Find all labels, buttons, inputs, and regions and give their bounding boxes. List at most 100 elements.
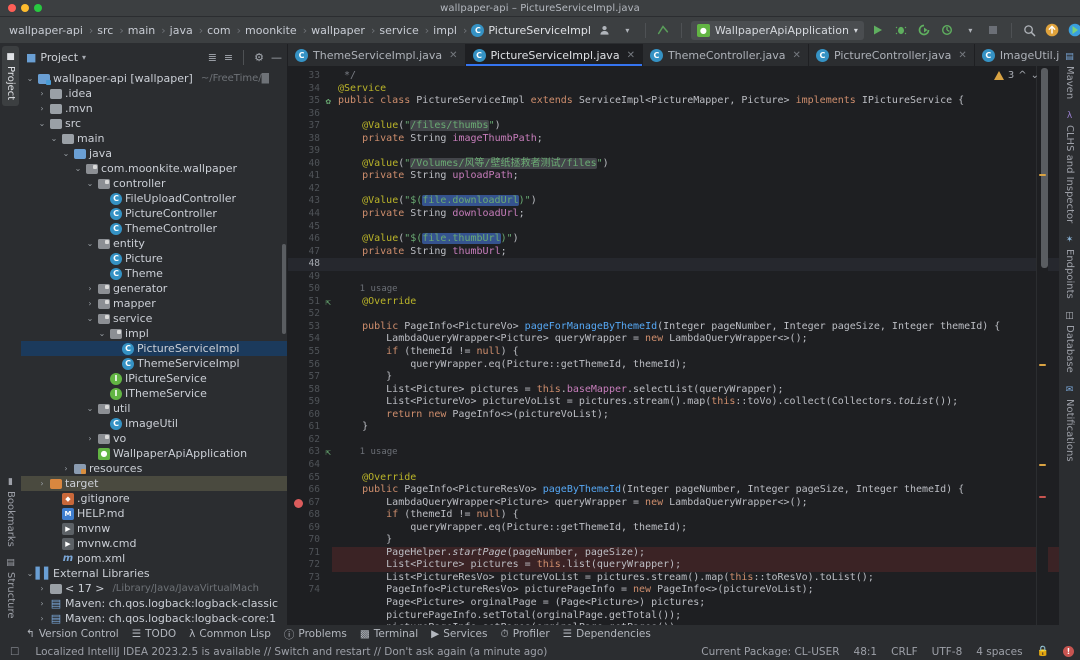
sidebar-item-project[interactable]: ■ Project: [2, 46, 19, 107]
project-panel-title-group[interactable]: ■ Project ▾: [26, 51, 86, 64]
tree-node[interactable]: ⌄ service: [21, 311, 287, 326]
gutter-line-number[interactable]: 68: [288, 509, 332, 522]
chevron-right-icon[interactable]: ›: [37, 614, 47, 623]
editor-tab-bar[interactable]: C ThemeServiceImpl.java ✕ C PictureServiceIm…: [288, 44, 1059, 66]
editor-code[interactable]: */@Service public class PictureServiceImp…: [332, 66, 1059, 625]
chevron-right-icon[interactable]: ›: [85, 299, 95, 308]
code-line[interactable]: List<PictureResVo> pictureVoList = pictu…: [332, 572, 1059, 585]
hide-icon[interactable]: —: [271, 51, 282, 64]
breadcrumb[interactable]: wallpaper-api › src › main › java › com …: [6, 23, 596, 38]
code-line[interactable]: [332, 308, 1059, 321]
gutter-line-number[interactable]: 58: [288, 384, 332, 397]
gutter-line-number[interactable]: 43: [288, 195, 332, 208]
tree-node[interactable]: ⌄ util: [21, 401, 287, 416]
bottom-tool-profiler[interactable]: ⏱ Profiler: [500, 628, 549, 641]
collapse-all-icon[interactable]: ≣: [208, 51, 217, 64]
profiler-icon[interactable]: [939, 22, 956, 39]
project-tree[interactable]: ⌄ wallpaper-api [wallpaper] ~/FreeTime/█ ›.…: [21, 70, 287, 625]
gutter-line-number[interactable]: 45: [288, 221, 332, 234]
inspection-marker-warning[interactable]: [1039, 174, 1046, 176]
breadcrumb-item-4[interactable]: com: [204, 23, 236, 38]
editor-tab[interactable]: C ThemeServiceImpl.java ✕: [288, 44, 466, 66]
chevron-right-icon[interactable]: ›: [37, 584, 47, 593]
chevron-down-icon[interactable]: ⌄: [37, 119, 47, 128]
gutter-line-number[interactable]: 47: [288, 246, 332, 259]
editor-tab[interactable]: C PictureServiceImpl.java ✕: [465, 44, 643, 66]
chevron-right-icon[interactable]: ›: [85, 284, 95, 293]
code-line[interactable]: 1 usage: [332, 446, 1059, 459]
stop-icon[interactable]: [985, 22, 1002, 39]
bottom-tool-version-control[interactable]: ↰ Version Control: [26, 628, 119, 640]
code-line[interactable]: @Service: [332, 83, 1059, 96]
tree-node[interactable]: C FileUploadController: [21, 191, 287, 206]
gutter-line-number[interactable]: 73: [288, 572, 332, 585]
chevron-right-icon[interactable]: ›: [37, 104, 47, 113]
code-line[interactable]: picturePageInfo.setTotal(orginalPage.get…: [332, 610, 1059, 623]
chevron-down-icon[interactable]: ⌄: [85, 179, 95, 188]
ai-assistant-icon[interactable]: [1067, 22, 1080, 39]
tree-node[interactable]: › < 17 > /Library/Java/JavaVirtualMach: [21, 581, 287, 596]
lock-icon[interactable]: 🔒: [1037, 646, 1049, 657]
gutter-line-number[interactable]: 40: [288, 158, 332, 171]
gutter-line-number[interactable]: 44: [288, 208, 332, 221]
code-line[interactable]: private String imageThumbPath;: [332, 133, 1059, 146]
gutter-line-number[interactable]: 49: [288, 271, 332, 284]
gutter-line-number[interactable]: 64: [288, 459, 332, 472]
line-separator[interactable]: CRLF: [891, 646, 918, 658]
gutter-line-number[interactable]: 33: [288, 70, 332, 83]
chevron-down-icon[interactable]: ⌄: [85, 404, 95, 413]
gutter-line-number[interactable]: 61: [288, 421, 332, 434]
gutter-line-number[interactable]: 69: [288, 522, 332, 535]
tree-node[interactable]: ⌄ java: [21, 146, 287, 161]
tree-node[interactable]: C PictureServiceImpl: [21, 341, 287, 356]
code-line[interactable]: public PageInfo<PictureResVo> pageByThem…: [332, 484, 1059, 497]
gutter-line-number[interactable]: 63 ⇱: [288, 446, 332, 459]
code-line[interactable]: }: [332, 371, 1059, 384]
bottom-tool-common-lisp[interactable]: λ Common Lisp: [189, 628, 271, 640]
tree-node[interactable]: › ▤ Maven: ch.qos.logback:logback-core:1: [21, 611, 287, 625]
chevron-right-icon[interactable]: ›: [85, 434, 95, 443]
gutter-line-number[interactable]: 36: [288, 108, 332, 121]
chevron-down-icon[interactable]: ▾: [619, 22, 636, 39]
tree-node[interactable]: C ImageUtil: [21, 416, 287, 431]
tree-node[interactable]: ⌄ src: [21, 116, 287, 131]
code-line[interactable]: @Override: [332, 296, 1059, 309]
inspection-widget[interactable]: 3 ^ ⌄: [993, 70, 1039, 81]
code-line[interactable]: Page<Picture> orginalPage = (Page<Pictur…: [332, 597, 1059, 610]
tree-node[interactable]: › .mvn: [21, 101, 287, 116]
tree-node[interactable]: ⌄ com.moonkite.wallpaper: [21, 161, 287, 176]
code-line[interactable]: List<Picture> pictures = this.list(query…: [332, 559, 1059, 572]
bottom-tool-bar[interactable]: ↰ Version Control ☰ TODO λ Common Lisp ⓘ Proble…: [0, 625, 1080, 643]
tree-node[interactable]: C ThemeServiceImpl: [21, 356, 287, 371]
code-line[interactable]: List<Picture> pictures = this.baseMapper…: [332, 384, 1059, 397]
code-line[interactable]: [332, 183, 1059, 196]
caret-position[interactable]: 48:1: [854, 646, 878, 658]
tree-node[interactable]: C Picture: [21, 251, 287, 266]
code-line[interactable]: PageHelper.startPage(pageNumber, pageSiz…: [332, 546, 1059, 560]
sidebar-item-database[interactable]: ◫ Database: [1061, 305, 1078, 379]
status-message[interactable]: Localized IntelliJ IDEA 2023.2.5 is avai…: [35, 646, 547, 658]
chevron-down-icon[interactable]: ▾: [962, 22, 979, 39]
breadcrumb-item-2[interactable]: main: [125, 23, 160, 38]
code-line[interactable]: }: [332, 421, 1059, 434]
gutter-line-number[interactable]: 55: [288, 346, 332, 359]
breadcrumb-item-6[interactable]: wallpaper: [308, 23, 370, 38]
gutter-line-number[interactable]: 60: [288, 409, 332, 422]
tree-node[interactable]: ⌄ main: [21, 131, 287, 146]
chevron-down-icon[interactable]: ⌄: [25, 74, 35, 83]
code-line[interactable]: @Value("$(file.downloadUrl)"): [332, 195, 1059, 208]
chevron-down-icon[interactable]: ⌄: [97, 329, 107, 338]
search-icon[interactable]: [1021, 22, 1038, 39]
inspection-marker-error[interactable]: [1039, 496, 1046, 498]
prev-problem-icon[interactable]: ^: [1018, 70, 1026, 81]
code-line[interactable]: [332, 258, 1059, 271]
tree-node[interactable]: › vo: [21, 431, 287, 446]
tree-node[interactable]: I IPictureService: [21, 371, 287, 386]
code-line[interactable]: LambdaQueryWrapper<Picture> queryWrapper…: [332, 497, 1059, 510]
chevron-right-icon[interactable]: ›: [37, 479, 47, 488]
code-line[interactable]: [332, 434, 1059, 447]
code-line[interactable]: return new PageInfo<>(pictureVoList);: [332, 409, 1059, 422]
gutter-line-number[interactable]: 39: [288, 145, 332, 158]
tree-node[interactable]: › generator: [21, 281, 287, 296]
code-line[interactable]: }: [332, 534, 1059, 547]
